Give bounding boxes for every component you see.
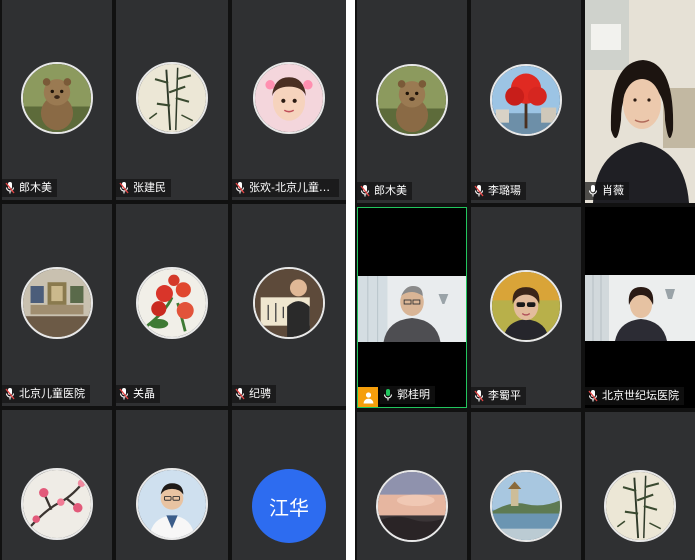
participant-name-tag: 张欢-北京儿童医院 bbox=[232, 179, 339, 197]
bamboo-painting-avatar-icon bbox=[136, 62, 208, 134]
right-participant-grid: 郎木美 李璐瑒 肖薇 郭桂明 李蜀平 北京世纪坛医院 bbox=[355, 0, 695, 560]
speaking-mic-icon[interactable] bbox=[383, 388, 393, 402]
doctor-avatar-icon bbox=[136, 468, 208, 540]
muted-mic-icon[interactable] bbox=[360, 184, 370, 198]
participant-name-tag: 李璐瑒 bbox=[471, 182, 526, 200]
participant-name-tag: 肖薇 bbox=[585, 182, 629, 200]
lake-pagoda-avatar-icon bbox=[490, 470, 562, 542]
participant-tile[interactable]: 张欢-北京儿童医院 bbox=[232, 0, 346, 200]
woman-office-video-icon bbox=[585, 275, 695, 341]
muted-mic-icon[interactable] bbox=[474, 389, 484, 403]
participant-tile[interactable]: 北京儿童医院 bbox=[2, 204, 112, 406]
muted-mic-icon[interactable] bbox=[119, 181, 129, 195]
quokka-avatar-icon bbox=[21, 62, 93, 134]
participant-tile[interactable]: 李璐瑒 bbox=[471, 0, 581, 203]
participant-name-tag: 北京世纪坛医院 bbox=[585, 387, 684, 405]
muted-mic-icon[interactable] bbox=[5, 387, 15, 401]
participant-tile[interactable] bbox=[116, 410, 228, 560]
child-photo-avatar-icon bbox=[253, 62, 325, 134]
participant-tile-active-speaker[interactable]: 郭桂明 bbox=[357, 207, 467, 408]
participant-tile[interactable]: 张建民 bbox=[116, 0, 228, 200]
muted-mic-icon[interactable] bbox=[474, 184, 484, 198]
person-badge-icon bbox=[358, 387, 378, 407]
participant-tile[interactable] bbox=[471, 412, 581, 560]
participant-tile[interactable]: 肖薇 bbox=[585, 0, 695, 203]
participant-name: 张建民 bbox=[133, 181, 166, 194]
participant-tile[interactable]: 郎木美 bbox=[357, 0, 467, 203]
man-office-video-icon bbox=[358, 276, 466, 342]
participant-name: 李蜀平 bbox=[488, 389, 521, 402]
calligraphy-avatar-icon bbox=[253, 267, 325, 339]
muted-mic-icon[interactable] bbox=[588, 389, 598, 403]
participant-name-tag: 李蜀平 bbox=[471, 387, 526, 405]
woman-video-icon bbox=[585, 0, 695, 203]
participant-name-tag: 郎木美 bbox=[357, 182, 412, 200]
muted-mic-icon[interactable] bbox=[5, 181, 15, 195]
participant-name: 关晶 bbox=[133, 387, 155, 400]
participant-name: 肖薇 bbox=[602, 184, 624, 197]
left-participant-grid: 郎木美 张建民 张欢-北京儿童医院 北京儿童医院 关晶 纪骋 江华 bbox=[0, 0, 346, 560]
participant-name: 郎木美 bbox=[374, 184, 407, 197]
initial-avatar: 江华 bbox=[252, 469, 326, 543]
plum-blossom-avatar-icon bbox=[21, 468, 93, 540]
participant-name: 郭桂明 bbox=[397, 388, 430, 401]
quokka-avatar-icon bbox=[376, 63, 448, 136]
gallery-room-avatar-icon bbox=[21, 267, 93, 339]
red-flowers-avatar-icon bbox=[136, 267, 208, 339]
participant-tile[interactable]: 江华 bbox=[232, 410, 346, 560]
mic-icon[interactable] bbox=[588, 184, 598, 198]
participant-name: 北京世纪坛医院 bbox=[602, 389, 679, 402]
muted-mic-icon[interactable] bbox=[119, 387, 129, 401]
participant-name-tag: 郭桂明 bbox=[380, 386, 435, 404]
participant-name: 张欢-北京儿童医院 bbox=[249, 181, 334, 194]
participant-tile[interactable]: 关晶 bbox=[116, 204, 228, 406]
muted-mic-icon[interactable] bbox=[235, 387, 245, 401]
participant-name: 郎木美 bbox=[19, 181, 52, 194]
participant-tile[interactable] bbox=[2, 410, 112, 560]
red-tree-avatar-icon bbox=[490, 63, 562, 136]
participant-name-tag: 关晶 bbox=[116, 385, 160, 403]
participant-name-tag: 北京儿童医院 bbox=[2, 385, 90, 403]
participant-tile[interactable] bbox=[585, 412, 695, 560]
participant-name: 北京儿童医院 bbox=[19, 387, 85, 400]
participant-name-tag: 张建民 bbox=[116, 179, 171, 197]
participant-tile[interactable]: 纪骋 bbox=[232, 204, 346, 406]
participant-tile[interactable] bbox=[357, 412, 467, 560]
participant-name: 李璐瑒 bbox=[488, 184, 521, 197]
participant-tile[interactable]: 郎木美 bbox=[2, 0, 112, 200]
muted-mic-icon[interactable] bbox=[235, 181, 245, 195]
participant-name: 纪骋 bbox=[249, 387, 271, 400]
participant-name-tag: 郎木美 bbox=[2, 179, 57, 197]
woman-sunglasses-avatar-icon bbox=[490, 269, 562, 342]
sunset-sky-avatar-icon bbox=[376, 470, 448, 542]
participant-name-tag: 纪骋 bbox=[232, 385, 276, 403]
participant-tile[interactable]: 北京世纪坛医院 bbox=[585, 207, 695, 408]
bamboo-painting-avatar-icon bbox=[604, 470, 676, 542]
participant-tile[interactable]: 李蜀平 bbox=[471, 207, 581, 408]
